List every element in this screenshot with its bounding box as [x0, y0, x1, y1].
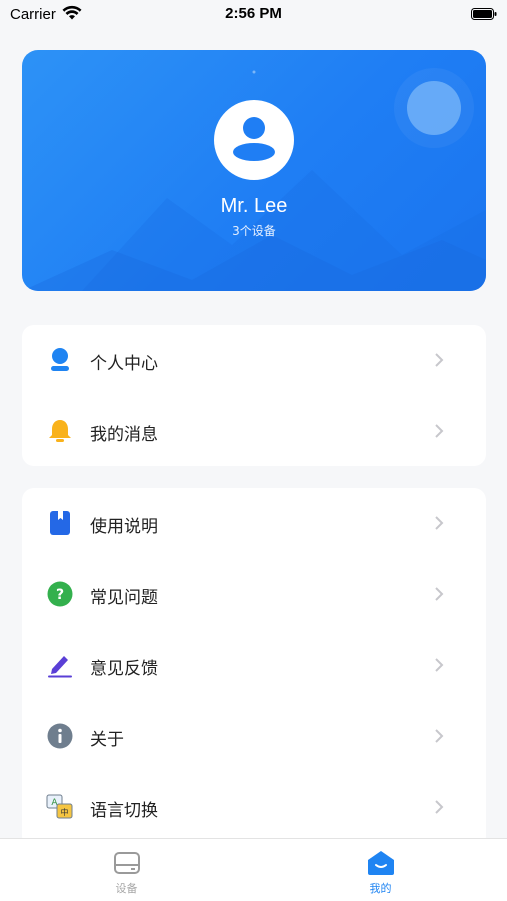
menu-item-label: 个人中心	[90, 354, 158, 374]
chevron-right-icon	[435, 424, 444, 438]
tab-devices[interactable]: 设备	[0, 839, 253, 901]
tab-label: 我的	[369, 882, 392, 895]
bell-icon	[49, 420, 71, 442]
tab-label: 设备	[115, 882, 138, 895]
menu-item-personal-center[interactable]: 个人中心	[22, 325, 486, 395]
menu-item-about[interactable]: 关于	[22, 701, 486, 771]
chevron-right-icon	[435, 729, 444, 743]
profile-card[interactable]: Mr. Lee 3个设备	[22, 50, 486, 291]
clock: 2:56 PM	[225, 5, 282, 22]
chevron-right-icon	[435, 800, 444, 814]
menu-item-label: 常见问题	[90, 588, 158, 608]
info-icon	[47, 723, 73, 749]
chevron-right-icon	[435, 587, 444, 601]
tab-bar: 设备 我的	[0, 838, 507, 901]
menu-group-account: 个人中心 我的消息	[22, 325, 486, 466]
avatar[interactable]	[214, 100, 294, 180]
menu-item-label: 意见反馈	[90, 659, 158, 679]
svg-text:中: 中	[61, 807, 69, 817]
menu-item-my-messages[interactable]: 我的消息	[22, 396, 486, 466]
chevron-right-icon	[435, 353, 444, 367]
person-icon	[51, 348, 69, 371]
status-bar: Carrier 2:56 PM	[0, 0, 507, 30]
menu-item-label: 关于	[90, 730, 124, 750]
pencil-icon	[48, 656, 72, 678]
device-icon	[114, 852, 140, 874]
menu-item-faq[interactable]: ? 常见问题	[22, 559, 486, 629]
home-mine-icon	[368, 851, 394, 875]
svg-text:?: ?	[56, 587, 64, 603]
chevron-right-icon	[435, 658, 444, 672]
chevron-right-icon	[435, 516, 444, 530]
avatar-person-icon	[233, 117, 275, 161]
tab-mine[interactable]: 我的	[254, 839, 507, 901]
menu-item-feedback[interactable]: 意见反馈	[22, 630, 486, 700]
menu-item-label: 语言切换	[90, 801, 158, 821]
menu-item-user-guide[interactable]: 使用说明	[22, 488, 486, 558]
menu-item-language[interactable]: A 中 语言切换	[22, 772, 486, 842]
battery-icon	[471, 8, 497, 20]
device-count: 3个设备	[232, 224, 276, 238]
menu-item-label: 使用说明	[90, 517, 158, 537]
user-name: Mr. Lee	[220, 195, 288, 217]
menu-group-help: 使用说明 ? 常见问题 意见反馈 关于 A 中 语言切换	[22, 488, 486, 848]
question-icon: ?	[47, 581, 73, 607]
book-icon	[50, 511, 70, 535]
menu-item-label: 我的消息	[90, 425, 158, 445]
language-icon: A 中	[46, 794, 73, 819]
